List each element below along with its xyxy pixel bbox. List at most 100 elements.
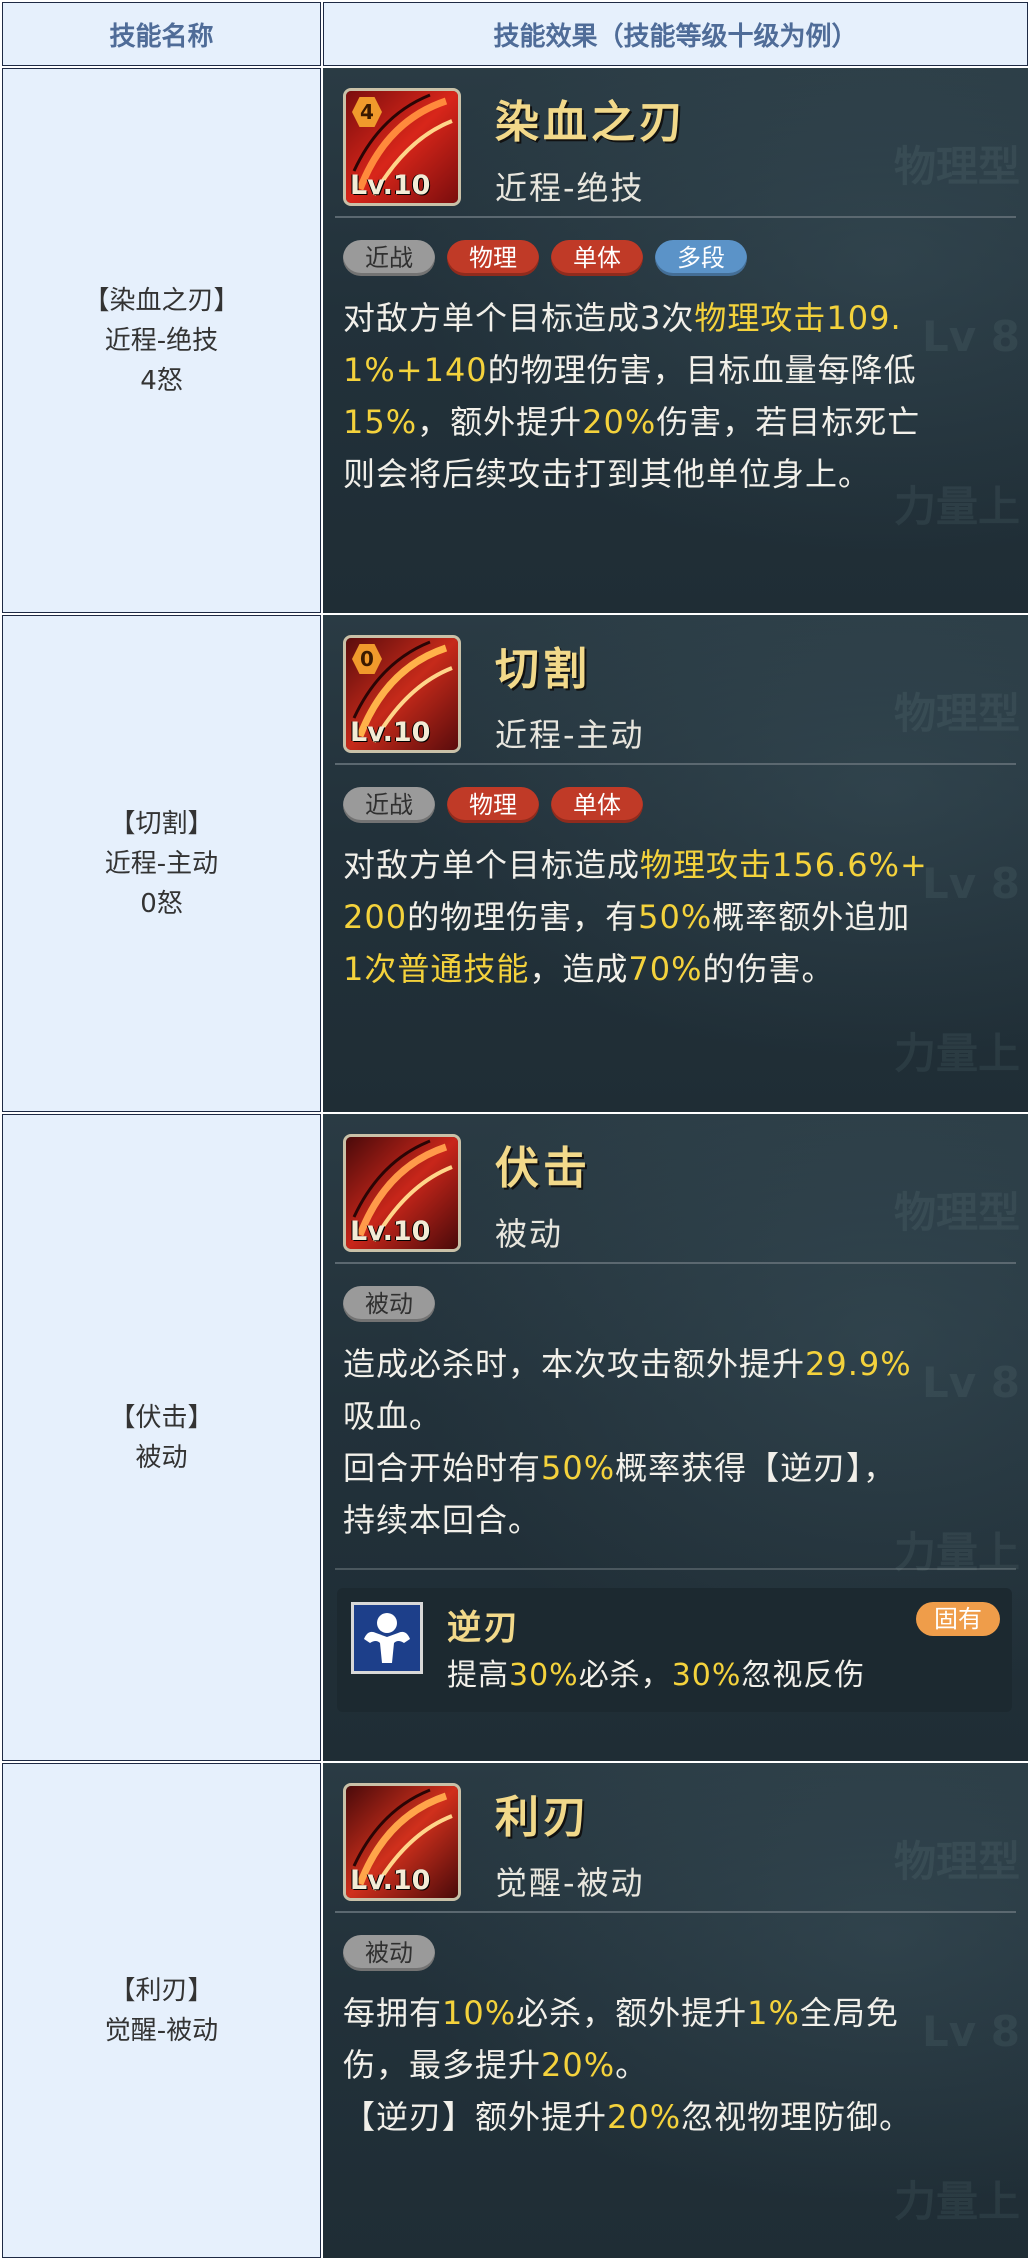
description-line: 回合开始时有50%概率获得【逆刃】， xyxy=(343,1442,1008,1494)
skill-type: 被动 xyxy=(495,1215,564,1253)
skill-name-cell: 【伏击】 被动 xyxy=(0,1112,323,1763)
buff-box: 逆刃 固有提高30%必杀，30%忽视反伤 xyxy=(337,1588,1012,1712)
buff-badge: 固有 xyxy=(916,1602,1000,1636)
skill-tag: 被动 xyxy=(343,1935,435,1971)
skill-effect-cell: 物理型 Lv 8 力量上 Lv.10 利刃 觉醒-被动 被动 每拥有10%必杀，额外提升1%… xyxy=(321,1761,1028,2260)
skill-tags: 近战 物理 单体 多段 xyxy=(324,218,1027,284)
skill-name-cell: 【切割】 近程-主动 0怒 xyxy=(0,613,323,1114)
description-line: 15%，额外提升20%伤害，若目标死亡 xyxy=(343,396,1008,448)
description-text: 每拥有 xyxy=(343,1994,443,2032)
description-text: 伤，最多提升 xyxy=(343,2046,542,2084)
skill-name-line: 觉醒-被动 xyxy=(104,2015,219,2046)
skill-row: 【染血之刃】 近程-绝技 4怒 物理型 Lv 8 力量上 4 Lv.10 染血之刃 近程-绝技近… xyxy=(0,66,1028,615)
highlight-text: 29.9% xyxy=(805,1345,912,1383)
description-text: 【逆刃】额外提升 xyxy=(343,2098,608,2136)
description-line: 每拥有10%必杀，额外提升1%全局免 xyxy=(343,1987,1008,2039)
highlight-text: 15% xyxy=(343,403,418,441)
skill-name-cell: 【利刃】觉醒-被动 xyxy=(0,1761,323,2260)
highlight-text: 50% xyxy=(638,898,713,936)
skill-tags: 近战 物理 单体 xyxy=(324,765,1027,831)
highlight-text: 70% xyxy=(628,950,703,988)
description-line: 对敌方单个目标造成3次物理攻击109. xyxy=(343,292,1008,344)
description-text: 必杀，额外提升 xyxy=(516,1994,748,2032)
highlight-text: 20% xyxy=(582,403,657,441)
skill-title: 伏击 xyxy=(495,1143,591,1194)
description-line: 对敌方单个目标造成物理攻击156.6%+ xyxy=(343,839,1008,891)
highlight-text: 20% xyxy=(541,2046,616,2084)
highlight-text: 1%+140 xyxy=(343,351,488,389)
muscle-buff-icon xyxy=(351,1602,423,1674)
skill-row: 【伏击】 被动 物理型 Lv 8 力量上 Lv.10 伏击 被动 被动 造成必杀时，本次攻击额外… xyxy=(0,1112,1028,1763)
skill-effect-cell: 物理型 Lv 8 力量上 4 Lv.10 染血之刃 近程-绝技 近战 物理 单体 多段 对敌方单个目… xyxy=(321,66,1028,615)
skill-name-line: 近程-主动 xyxy=(104,848,219,879)
skill-header: 0 Lv.10 切割 近程-主动 xyxy=(324,616,1027,763)
skill-panel: 物理型 Lv 8 力量上 Lv.10 利刃 觉醒-被动 被动 每拥有10%必杀，额外提升1%… xyxy=(324,1764,1027,2257)
skill-tag: 单体 xyxy=(551,787,643,823)
background-ghost-text: 力量上 xyxy=(893,482,1020,531)
skill-title: 染血之刃 xyxy=(495,97,687,148)
skill-row: 【利刃】 觉醒-被动 物理型 Lv 8 力量上 Lv.10 利刃 觉醒-被动 被动 每拥有10%… xyxy=(0,1761,1028,2260)
skill-title: 切割 xyxy=(495,644,591,695)
skill-tag: 近战 xyxy=(343,787,435,823)
background-ghost-text: Lv 8 xyxy=(922,859,1020,908)
description-text: ，造成 xyxy=(529,950,629,988)
highlight-text: 物理攻击156.6%+ xyxy=(640,846,928,884)
description-text: 回合开始时有 xyxy=(343,1449,542,1487)
skill-panel: 物理型 Lv 8 力量上 4 Lv.10 染血之刃 近程-绝技 近战 物理 单体 多段 对敌方单个目… xyxy=(324,69,1027,612)
description-text: 持续本回合。 xyxy=(343,1501,542,1539)
background-ghost-text: Lv 8 xyxy=(922,312,1020,361)
description-line: 1%+140的物理伤害，目标血量每降低 xyxy=(343,344,1008,396)
skill-name-line: 【染血之刃】 xyxy=(83,285,240,316)
description-text: 概率获得【逆刃】， xyxy=(615,1449,897,1487)
background-ghost-text: 力量上 xyxy=(893,1528,1020,1577)
description-line: 200的物理伤害，有50%概率额外追加 xyxy=(343,891,1008,943)
skill-name-line: 近程-绝技 xyxy=(104,325,219,356)
buff-description: 提高30%必杀，30%忽视反伤 xyxy=(447,1650,865,1694)
skill-tags: 被动 xyxy=(324,1913,1027,1979)
description-text: 概率额外追加 xyxy=(712,898,911,936)
background-ghost-text: Lv 8 xyxy=(922,1358,1020,1407)
background-ghost-text: 力量上 xyxy=(893,1029,1020,1078)
description-text: 。 xyxy=(615,2046,649,2084)
skill-type: 觉醒-被动 xyxy=(495,1864,645,1902)
skill-level: Lv.10 xyxy=(350,170,431,201)
header-skill-name: 技能名称 xyxy=(0,0,323,68)
skill-name-line: 【切割】 xyxy=(109,808,214,839)
skill-tag: 物理 xyxy=(447,787,539,823)
description-text: 伤害，若目标死亡 xyxy=(656,403,921,441)
header-skill-effect: 技能效果（技能等级十级为例） xyxy=(321,0,1028,68)
highlight-text: 10% xyxy=(442,1994,517,2032)
skill-row: 【切割】 近程-主动 0怒 物理型 Lv 8 力量上 0 Lv.10 切割 近程-主动 近战 物理单… xyxy=(0,613,1028,1114)
background-ghost-text: 力量上 xyxy=(893,2177,1020,2226)
description-text: 全局免 xyxy=(799,1994,899,2032)
buff-title: 逆刃 xyxy=(447,1608,521,1648)
highlight-text: 物理攻击109. xyxy=(694,299,902,337)
skill-tags: 被动 xyxy=(324,1264,1027,1330)
skills-table: 技能名称 技能效果（技能等级十级为例） 【染血之刃】 近程-绝技 4怒 物理型 Lv 8… xyxy=(0,0,1028,2260)
skill-tag: 近战 xyxy=(343,240,435,276)
skill-tag: 多段 xyxy=(655,240,747,276)
skill-icon: 4 Lv.10 xyxy=(343,88,461,206)
description-text: 的伤害。 xyxy=(702,950,835,988)
highlight-text: 200 xyxy=(343,898,408,936)
description-text: 的物理伤害，有 xyxy=(407,898,639,936)
skill-effect-cell: 物理型 Lv 8 力量上 0 Lv.10 切割 近程-主动 近战 物理 单体 对敌方单个目标造成物… xyxy=(321,613,1028,1114)
highlight-text: 1% xyxy=(747,1994,800,2032)
description-text: 则会将后续攻击打到其他单位身上。 xyxy=(343,455,872,493)
skill-name-line: 【利刃】 xyxy=(109,1975,214,2006)
description-text: 忽视反伤 xyxy=(741,1658,866,1693)
skill-type: 近程-绝技 xyxy=(495,169,645,207)
highlight-text: 50% xyxy=(541,1449,616,1487)
skill-tag: 物理 xyxy=(447,240,539,276)
skill-title: 利刃 xyxy=(495,1792,591,1843)
skill-icon: Lv.10 xyxy=(343,1134,461,1252)
skill-header: Lv.10 利刃 觉醒-被动 xyxy=(324,1764,1027,1911)
description-text: 造成必杀时，本次攻击额外提升 xyxy=(343,1345,806,1383)
description-text: ，额外提升 xyxy=(417,403,583,441)
skill-level: Lv.10 xyxy=(350,717,431,748)
skill-name-line: 4怒 xyxy=(140,365,183,396)
highlight-text: 1次普通技能 xyxy=(343,950,530,988)
skill-icon: 0 Lv.10 xyxy=(343,635,461,753)
description-line: 吸血。 xyxy=(343,1390,1008,1442)
description-line: 【逆刃】额外提升20%忽视物理防御。 xyxy=(343,2091,1008,2143)
